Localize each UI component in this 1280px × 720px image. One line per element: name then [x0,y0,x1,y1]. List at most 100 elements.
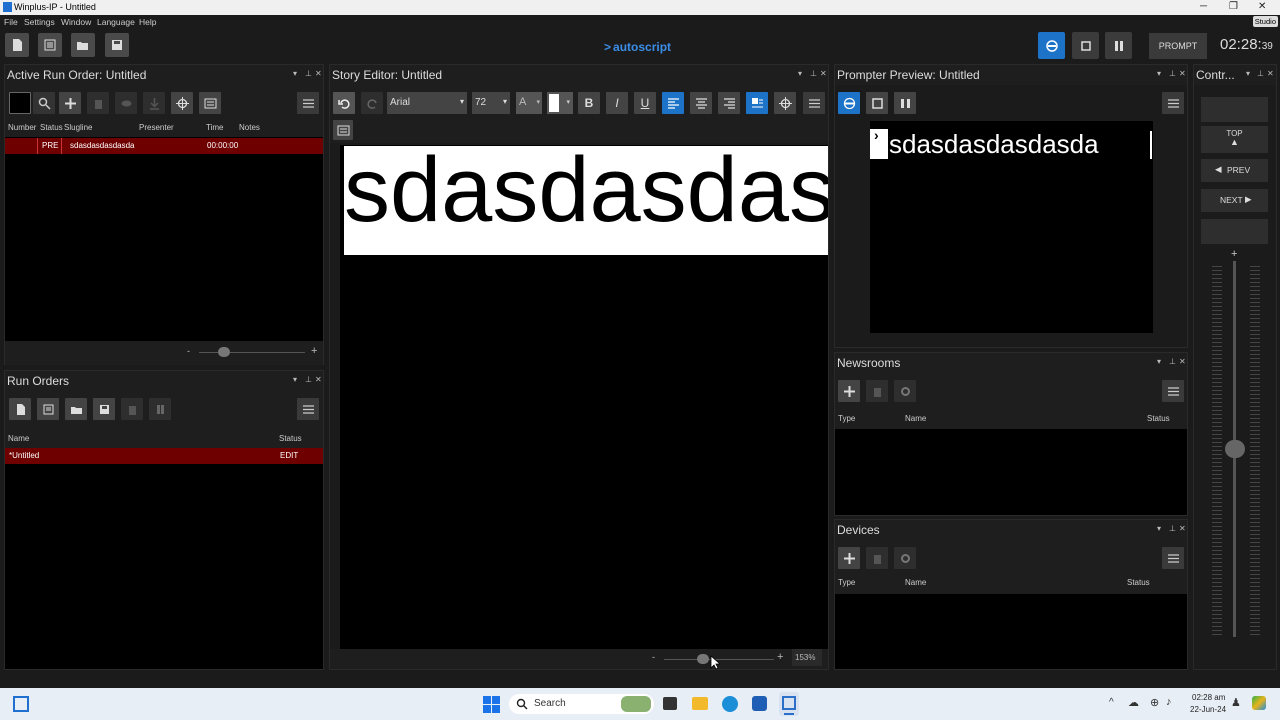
store-icon[interactable] [752,696,767,711]
fullscreen-button[interactable] [1072,32,1099,59]
editor-area[interactable]: sdasdasdasdasda [340,145,828,649]
next-button[interactable]: NEXT ▶ [1201,189,1268,212]
text-color-button[interactable]: A ▾ [516,92,542,114]
pin-icon[interactable]: ⊥ [1169,69,1176,78]
zoom-slider-knob[interactable] [697,654,709,664]
speed-slider-knob[interactable] [1225,440,1245,458]
pin-icon[interactable]: ⊥ [1169,524,1176,533]
panel-menu-button[interactable] [1162,380,1184,402]
table-row[interactable]: PRE sdasdasdasdasda 00:00:00 [5,138,323,154]
menu-settings[interactable]: Settings [24,17,55,27]
volume-icon[interactable]: ♪ [1166,696,1172,708]
edge-icon[interactable] [722,696,738,712]
zoom-plus[interactable]: + [311,345,317,357]
dropdown-icon[interactable]: ▾ [293,69,297,78]
copilot-icon[interactable] [1252,696,1266,710]
pin-icon[interactable]: ⊥ [1169,357,1176,366]
windows-start-icon[interactable] [483,696,500,713]
prompt-output-button[interactable] [1038,32,1065,59]
columns-button[interactable] [149,398,171,420]
edit-run-order-button[interactable] [37,398,59,420]
font-select[interactable]: Arial ▾ [387,92,467,114]
zoom-slider[interactable] [199,352,305,353]
dropdown-icon[interactable]: ▾ [1246,69,1250,78]
restore-icon[interactable]: ❐ [1229,1,1238,12]
download-button[interactable] [143,92,165,114]
panel-menu-button[interactable] [297,398,319,420]
add-newsroom-button[interactable] [838,380,860,402]
italic-button[interactable]: I [606,92,628,114]
new-file-button[interactable] [5,33,29,57]
preview-pause-button[interactable] [894,92,916,114]
dropdown-icon[interactable]: ▾ [293,375,297,384]
panel-menu-button[interactable] [803,92,825,114]
insert-button[interactable] [333,120,353,140]
close-icon[interactable]: ✕ [1267,69,1274,78]
dropdown-icon[interactable]: ▾ [798,69,802,78]
cloud-icon[interactable]: ☁ [1128,696,1139,709]
winplus-app-button[interactable] [779,692,799,716]
panel-menu-button[interactable] [1162,547,1184,569]
delete-story-button[interactable] [87,92,109,114]
device-settings-button[interactable] [894,547,916,569]
menu-help[interactable]: Help [139,17,156,27]
redo-button[interactable] [361,92,383,114]
background-color-button[interactable]: ▾ [547,92,573,114]
taskbar-search[interactable]: Search [509,694,654,714]
zoom-slider-knob[interactable] [218,347,230,357]
close-icon[interactable]: ✕ [1179,69,1186,78]
close-icon[interactable]: ✕ [1179,357,1186,366]
align-center-button[interactable] [690,92,712,114]
dropdown-icon[interactable]: ▾ [1157,69,1161,78]
save-run-order-button[interactable] [93,398,115,420]
speed-plus[interactable]: + [1231,248,1237,260]
new-story-button[interactable] [38,33,62,57]
preview-button[interactable] [115,92,137,114]
preview-fullscreen-button[interactable] [866,92,888,114]
close-icon[interactable]: ✕ [315,375,322,384]
target-button[interactable] [171,92,193,114]
story-text-block[interactable]: sdasdasdasdasda [344,146,828,255]
zoom-minus[interactable]: - [187,346,190,356]
dropdown-icon[interactable]: ▾ [1157,524,1161,533]
size-select[interactable]: 72 ▾ [472,92,510,114]
close-icon[interactable]: ✕ [820,69,827,78]
notification-icon[interactable]: ♟ [1231,696,1241,709]
new-run-order-button[interactable] [9,398,31,420]
open-button[interactable] [71,33,95,57]
menu-file[interactable]: File [4,17,18,27]
close-icon[interactable]: ✕ [1258,1,1266,12]
align-left-button[interactable] [662,92,684,114]
blank-control-button[interactable] [1201,97,1268,122]
taskbar-date[interactable]: 22-Jun-24 [1190,705,1226,714]
widgets-icon[interactable] [13,696,29,712]
color-swatch-button[interactable] [9,92,31,114]
task-view-icon[interactable] [663,697,677,710]
layout-button[interactable] [199,92,221,114]
top-button[interactable]: TOP ▲ [1201,126,1268,153]
pin-icon[interactable]: ⊥ [305,69,312,78]
align-right-button[interactable] [718,92,740,114]
menu-language[interactable]: Language [97,17,135,27]
zoom-plus[interactable]: + [777,651,783,663]
pin-icon[interactable]: ⊥ [810,69,817,78]
open-run-order-button[interactable] [65,398,87,420]
search-button[interactable] [33,92,55,114]
close-icon[interactable]: ✕ [1179,524,1186,533]
add-story-button[interactable] [59,92,81,114]
file-explorer-icon[interactable] [692,697,708,710]
newsroom-settings-button[interactable] [894,380,916,402]
delete-run-order-button[interactable] [121,398,143,420]
panel-menu-button[interactable] [1162,92,1184,114]
blank-control-button[interactable] [1201,219,1268,244]
globe-icon[interactable]: ⊕ [1150,696,1159,709]
pin-icon[interactable]: ⊥ [305,375,312,384]
wrap-button[interactable] [746,92,768,114]
marker-button[interactable] [774,92,796,114]
chevron-up-icon[interactable]: ^ [1109,697,1114,708]
bold-button[interactable]: B [578,92,600,114]
table-row[interactable]: *Untitled EDIT [5,448,323,464]
menu-window[interactable]: Window [61,17,91,27]
minimize-icon[interactable]: ─ [1200,1,1207,12]
panel-menu-button[interactable] [297,92,319,114]
